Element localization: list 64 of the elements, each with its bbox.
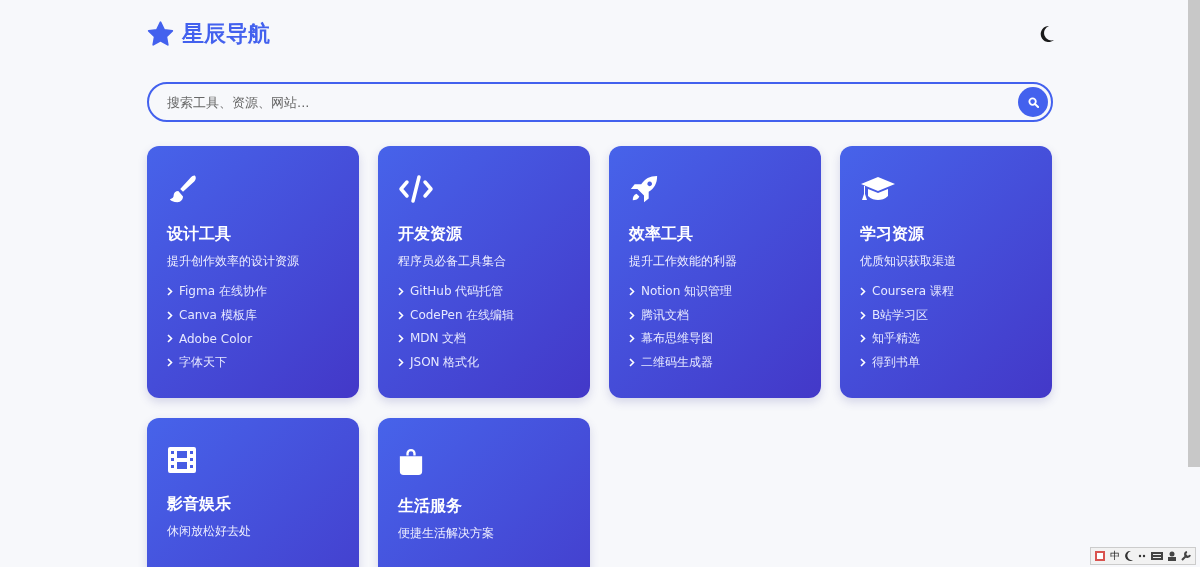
link[interactable]: B站学习区: [872, 306, 929, 324]
chevron-icon: [629, 287, 635, 297]
link[interactable]: 幕布思维导图: [641, 330, 713, 348]
chevron-icon: [167, 334, 173, 344]
category-title: 设计工具: [167, 224, 232, 244]
moon-icon[interactable]: [1125, 551, 1133, 561]
search-field[interactable]: 搜索工具、资源、网站...: [165, 93, 1018, 111]
chevron-icon: [860, 357, 866, 367]
link[interactable]: 得到书单: [872, 353, 920, 371]
shopping-bag-icon: [398, 446, 424, 476]
link[interactable]: 二维码生成器: [641, 353, 713, 371]
link[interactable]: Coursera 课程: [872, 283, 954, 301]
link[interactable]: CodePen 在线编辑: [410, 306, 515, 324]
chevron-icon: [167, 310, 173, 320]
chevron-icon: [167, 287, 173, 297]
chevron-icon: [398, 357, 404, 367]
link[interactable]: 字体天下: [179, 353, 227, 371]
category-description: 便捷生活解决方案: [398, 525, 495, 541]
link[interactable]: Adobe Color: [179, 331, 253, 346]
film-icon: [167, 446, 197, 474]
paintbrush-icon: [167, 174, 199, 204]
chevron-icon: [629, 334, 635, 344]
user-icon[interactable]: [1168, 551, 1176, 561]
category-description: 优质知识获取渠道: [860, 253, 957, 269]
chevron-icon: [398, 310, 404, 320]
link[interactable]: Figma 在线协作: [179, 283, 267, 301]
wrench-icon[interactable]: [1181, 551, 1191, 561]
search-bar[interactable]: 搜索工具、资源、网站...: [147, 82, 1053, 122]
chevron-icon: [860, 334, 866, 344]
search-button[interactable]: [1018, 87, 1048, 117]
site-title: 星辰导航: [182, 20, 270, 48]
star-icon: [147, 21, 174, 47]
scrollbar[interactable]: [1188, 0, 1200, 467]
link[interactable]: Notion 知识管理: [641, 283, 733, 301]
link[interactable]: Canva 模板库: [179, 306, 257, 324]
category-description: 休闲放松好去处: [167, 523, 252, 539]
chevron-icon: [398, 334, 404, 344]
keyboard-icon[interactable]: [1151, 552, 1163, 560]
code-icon: [398, 174, 434, 204]
moon-icon[interactable]: [1039, 25, 1055, 43]
category-description: 提升创作效率的设计资源: [167, 253, 300, 269]
search-icon: [1027, 96, 1039, 108]
link[interactable]: GitHub 代码托管: [410, 283, 504, 301]
chevron-icon: [398, 287, 404, 297]
punctuation-icon[interactable]: [1138, 553, 1146, 559]
category-description: 程序员必备工具集合: [398, 253, 507, 269]
chevron-icon: [629, 310, 635, 320]
chevron-icon: [860, 310, 866, 320]
category-title: 效率工具: [629, 224, 694, 244]
chevron-icon: [629, 357, 635, 367]
link[interactable]: MDN 文档: [410, 330, 467, 348]
category-title: 生活服务: [398, 496, 463, 516]
input-mode[interactable]: 中: [1110, 549, 1120, 563]
ime-logo-icon: [1095, 551, 1105, 561]
rocket-icon: [629, 174, 659, 204]
link[interactable]: 知乎精选: [872, 330, 920, 348]
category-title: 影音娱乐: [167, 494, 232, 514]
link[interactable]: 腾讯文档: [641, 306, 689, 324]
link[interactable]: JSON 格式化: [410, 353, 480, 371]
category-title: 学习资源: [860, 224, 925, 244]
category-description: 提升工作效能的利器: [629, 253, 738, 269]
category-title: 开发资源: [398, 224, 463, 244]
chevron-icon: [167, 357, 173, 367]
chevron-icon: [860, 287, 866, 297]
